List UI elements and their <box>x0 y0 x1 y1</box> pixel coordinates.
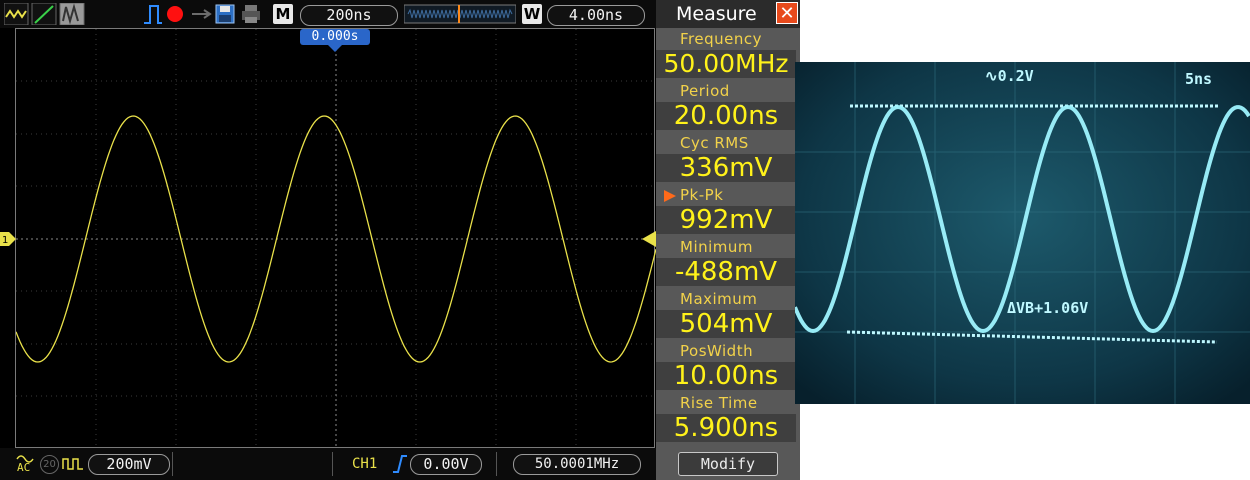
trigger-level-value[interactable]: 0.00V <box>410 454 482 475</box>
measure-label-frequency: Frequency <box>680 30 762 48</box>
modify-button[interactable]: Modify <box>678 452 778 476</box>
selected-arrow-icon <box>664 190 676 202</box>
usb-icon <box>192 9 212 19</box>
save-icon[interactable] <box>214 3 236 25</box>
waveform-mode-icon[interactable] <box>4 3 88 25</box>
measure-title: Measure <box>676 3 757 25</box>
photo-volts-label: ∿0.2V <box>985 67 1034 85</box>
timebase-value[interactable]: 200ns <box>300 5 398 26</box>
bottom-status-bar: AC 20 200mV CH1 0.00V 50.0001MHz <box>0 448 656 480</box>
center-axes <box>16 29 656 449</box>
trigger-edge-icon[interactable] <box>142 3 164 25</box>
measure-label-poswidth: PosWidth <box>680 342 754 360</box>
measure-label-minimum: Minimum <box>680 238 754 256</box>
measure-value-minimum: -488mV <box>656 258 796 286</box>
measure-label-cyc-rms: Cyc RMS <box>680 134 749 152</box>
divider <box>496 452 497 476</box>
measure-value-poswidth: 10.00ns <box>656 362 796 390</box>
window-time-value[interactable]: 4.00ns <box>547 5 645 26</box>
divider <box>332 452 333 476</box>
waveform-display[interactable] <box>15 28 657 449</box>
photo-time-label: 5ns <box>1185 70 1212 88</box>
measure-label-pk-pk[interactable]: Pk-Pk <box>680 186 723 204</box>
waveform-svg <box>15 29 657 449</box>
oscilloscope-window: M 200ns W 4.00ns 0.000s 1 AC 20 200mV CH… <box>0 0 800 480</box>
analog-scope-photo: ∿0.2V 5ns ΔVB+1.06V <box>793 62 1250 404</box>
photo-delta-label: ΔVB+1.06V <box>1007 299 1088 317</box>
close-icon[interactable]: ✕ <box>776 2 798 24</box>
window-timebase-label: W <box>522 4 542 24</box>
measure-value-rise-time: 5.900ns <box>656 414 796 442</box>
divider <box>172 452 173 476</box>
measure-value-cyc-rms: 336mV <box>656 154 796 182</box>
trigger-source-label[interactable]: CH1 <box>352 456 377 472</box>
frequency-counter-value: 50.0001MHz <box>513 454 641 475</box>
measure-value-period: 20.00ns <box>656 102 796 130</box>
analog-scope-svg: ∿0.2V 5ns ΔVB+1.06V <box>793 62 1250 404</box>
measure-value-frequency: 50.00MHz <box>656 50 796 78</box>
channel-1-marker[interactable]: 1 <box>0 232 16 246</box>
measure-value-pk-pk: 992mV <box>656 206 796 234</box>
coupling-label: AC <box>17 461 31 474</box>
rising-edge-icon[interactable] <box>392 454 408 474</box>
volts-per-div-value[interactable]: 200mV <box>88 454 170 475</box>
measure-panel: Measure ✕ Frequency 50.00MHz Period 20.0… <box>656 0 800 480</box>
measure-label-rise-time: Rise Time <box>680 394 758 412</box>
main-timebase-label: M <box>273 4 293 24</box>
trigger-position-tag[interactable]: 0.000s <box>300 29 370 45</box>
bandwidth-limit-icon[interactable]: 20 <box>40 455 59 474</box>
measure-value-maximum: 504mV <box>656 310 796 338</box>
trigger-level-arrow-icon[interactable] <box>642 231 656 247</box>
run-stop-icon[interactable] <box>166 3 184 25</box>
measure-label-period: Period <box>680 82 730 100</box>
memory-position-bar[interactable] <box>404 3 516 25</box>
svg-text:1: 1 <box>2 235 8 246</box>
trigger-position-arrow-icon <box>328 45 342 52</box>
measure-label-maximum: Maximum <box>680 290 758 308</box>
top-toolbar: M 200ns W 4.00ns <box>0 0 656 28</box>
probe-icon[interactable] <box>62 455 84 473</box>
measure-title-bar: Measure ✕ <box>656 0 800 28</box>
print-icon[interactable] <box>240 3 262 25</box>
